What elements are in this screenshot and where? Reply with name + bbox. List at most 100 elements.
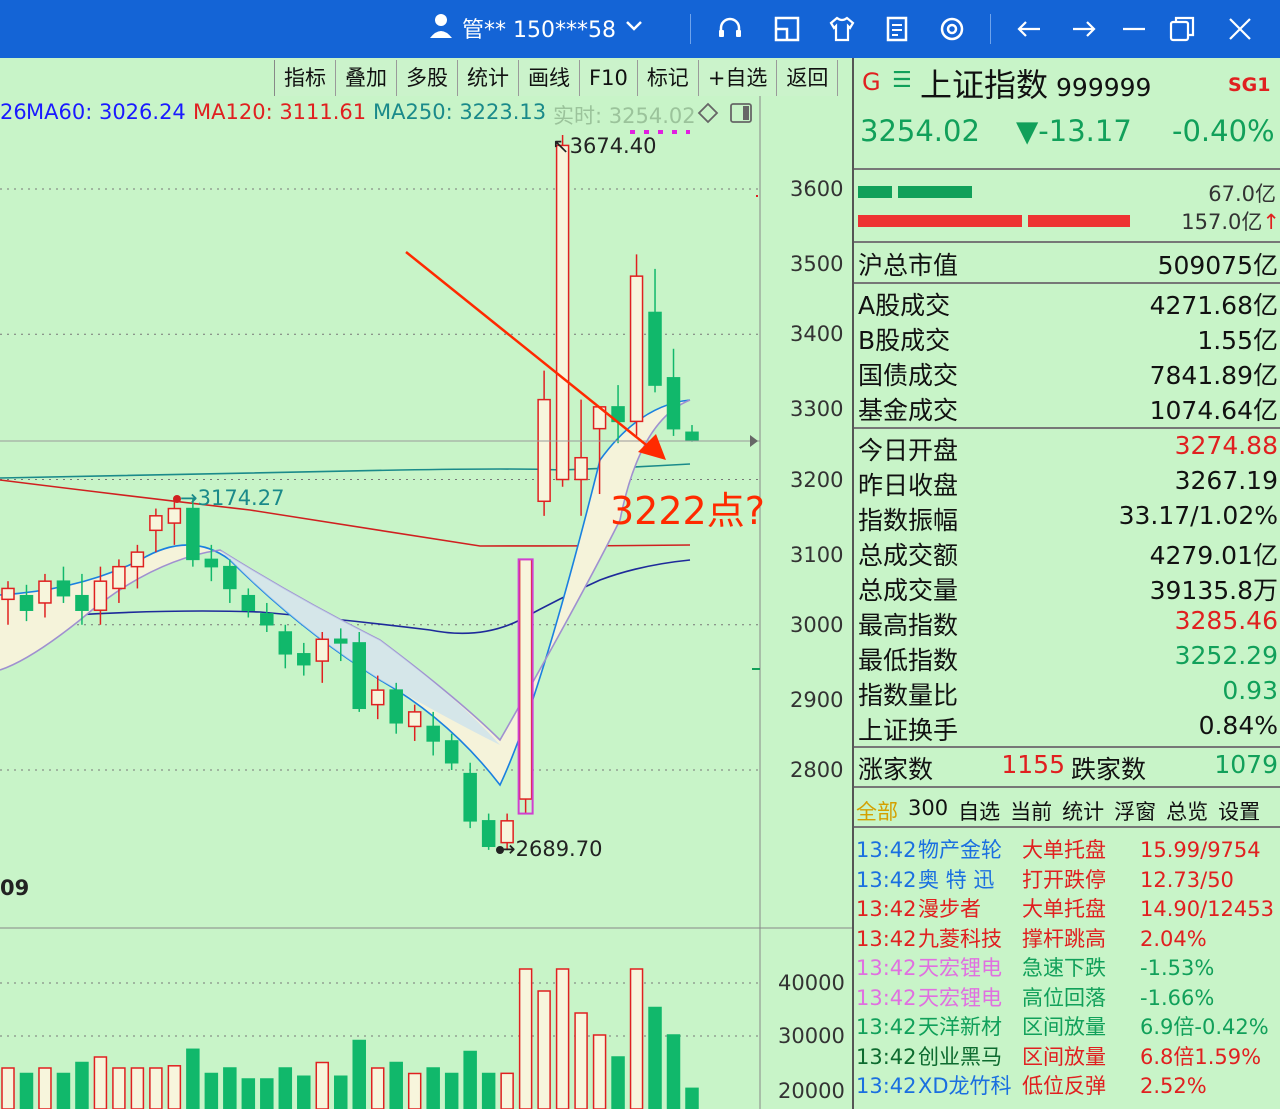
news-event: 大单托盘 (1022, 897, 1106, 921)
volume-tick-label: 20000 (778, 1079, 845, 1103)
volume-tick-label: 40000 (778, 971, 845, 995)
stat-value: 7841.89亿 (1149, 361, 1278, 390)
stat-value: 4279.01亿 (1149, 541, 1278, 570)
news-item[interactable]: 13:42天宏锂电 高位回落 -1.66% (856, 982, 1280, 1012)
volume-bar (1, 1067, 15, 1109)
tab-floating[interactable]: 浮窗 (1114, 796, 1156, 826)
mid-mark-value: 3174.27 (197, 486, 285, 510)
news-time: 13:42 (856, 1074, 917, 1098)
news-event: 高位回落 (1022, 985, 1106, 1010)
news-event: 区间放量 (1022, 1015, 1106, 1039)
headset-icon[interactable] (713, 12, 747, 46)
toolbar-indicators-button[interactable]: 指标 (275, 60, 336, 96)
stat-value: 0.93 (1222, 676, 1278, 705)
candle-body (204, 558, 219, 568)
price-tick-label: 3200 (790, 468, 844, 492)
date-label: 09 (0, 876, 30, 900)
toolbar-overlay-button[interactable]: 叠加 (336, 60, 397, 96)
shirt-icon[interactable] (825, 12, 859, 46)
candle-body (167, 507, 182, 524)
candle-body (112, 565, 126, 590)
news-item[interactable]: 13:42XD龙竹科 低位反弹 2.52% (856, 1070, 1280, 1100)
tab-300[interactable]: 300 (908, 796, 948, 826)
forward-arrow-icon[interactable] (1067, 12, 1101, 46)
tab-stats[interactable]: 统计 (1062, 796, 1104, 826)
up-count: 1155 (1001, 750, 1065, 779)
volume-bar (518, 968, 533, 1109)
stat-row: A股成交 4271.68亿 (858, 286, 1278, 322)
toolbar-multi-stock-button[interactable]: 多股 (397, 60, 458, 96)
candle-body (426, 725, 440, 742)
tab-settings[interactable]: 设置 (1218, 796, 1260, 826)
stat-value: 1074.64亿 (1149, 396, 1278, 425)
menu-lines-icon[interactable]: ☰ (892, 68, 912, 93)
news-item[interactable]: 13:42天宏锂电 急速下跌 -1.53% (856, 952, 1280, 982)
toolbar-draw-button[interactable]: 画线 (519, 60, 580, 96)
tab-all[interactable]: 全部 (856, 796, 898, 826)
corner-badge: SG1 (1228, 74, 1271, 96)
minimize-icon[interactable] (1117, 12, 1151, 46)
news-val: 2.52% (1140, 1074, 1207, 1098)
advance-decline-row: 涨家数 1155 跌家数 1079 (858, 750, 1278, 786)
close-icon[interactable] (1223, 12, 1257, 46)
news-time: 13:42 (856, 867, 917, 892)
low-mark-label: →2689.70 (498, 837, 603, 861)
stat-row: 指数振幅 33.17/1.02% (858, 501, 1278, 537)
toolbar-back-button[interactable]: 返回 (777, 60, 839, 96)
news-event: 低位反弹 (1022, 1074, 1106, 1098)
stat-row: 基金成交 1074.64亿 (858, 391, 1278, 427)
news-item[interactable]: 13:42物产金轮 大单托盘 15.99/9754 (856, 834, 1280, 864)
tab-overview[interactable]: 总览 (1166, 796, 1208, 826)
news-item[interactable]: 13:42奥 特 迅 打开跌停 12.73/50 (856, 864, 1280, 894)
candle-body (407, 711, 422, 728)
toolbar-mark-button[interactable]: 标记 (637, 60, 699, 96)
volume-bar (444, 1072, 459, 1109)
volume-bar (685, 1087, 699, 1109)
candle-body (241, 594, 256, 611)
kline-chart[interactable] (0, 96, 852, 1109)
user-menu[interactable]: 管** 150***58 (428, 12, 644, 44)
candle-body (537, 398, 551, 503)
toolbar-f10-button[interactable]: F10 (580, 60, 638, 96)
price-change: ▼-13.17 (1016, 114, 1132, 148)
news-item[interactable]: 13:42天洋新材 区间放量 6.9倍-0.42% (856, 1011, 1280, 1041)
candle-body (223, 565, 237, 590)
volume-bar (260, 1078, 274, 1109)
news-item[interactable]: 13:42漫步者 大单托盘 14.90/12453 (856, 893, 1280, 923)
news-item[interactable]: 13:42九菱科技 撑杆跳高 2.04% (856, 923, 1280, 953)
restore-icon[interactable] (1165, 12, 1199, 46)
volume-bar (352, 1039, 366, 1109)
news-val: -1.53% (1140, 956, 1215, 980)
news-time: 13:42 (856, 1044, 917, 1069)
notes-icon[interactable] (880, 12, 914, 46)
back-arrow-icon[interactable] (1012, 12, 1046, 46)
stat-label: A股成交 (858, 291, 951, 320)
volume-bar (278, 1067, 293, 1109)
volume-bar (537, 990, 551, 1109)
news-val: 2.04% (1140, 926, 1207, 951)
candle-body (297, 653, 311, 666)
news-name: 天洋新材 (918, 1015, 1002, 1039)
volume-bar (56, 1072, 71, 1109)
news-name: 天宏锂电 (918, 956, 1002, 980)
toolbar-add-watchlist-button[interactable]: +自选 (698, 60, 778, 96)
news-val: -1.66% (1140, 985, 1215, 1010)
settings-icon[interactable] (935, 12, 969, 46)
news-tabs: 全部 300 自选 当前 统计 浮窗 总览 设置 (856, 796, 1260, 826)
current-price-pointer (750, 435, 758, 447)
toolbar-stats-button[interactable]: 统计 (458, 60, 519, 96)
news-item[interactable]: 13:42创业黑马 区间放量 6.8倍1.59% (856, 1041, 1280, 1071)
chart-toolbar: 指标 叠加 多股 统计 画线 F10 标记 +自选 返回 (274, 60, 839, 96)
stat-value: 0.84% (1198, 711, 1278, 740)
chevron-down-icon (624, 15, 644, 41)
index-code: 999999 (1056, 73, 1152, 102)
tab-current[interactable]: 当前 (1010, 796, 1052, 826)
layout-icon[interactable] (770, 12, 804, 46)
volume-bar (463, 1050, 477, 1109)
stat-label: 今日开盘 (858, 436, 959, 465)
volume-bar (130, 1067, 145, 1109)
down-count: 1079 (1214, 750, 1278, 779)
candle-body (75, 594, 89, 611)
up-count-label: 涨家数 (858, 755, 934, 784)
tab-watchlist[interactable]: 自选 (958, 796, 1000, 826)
